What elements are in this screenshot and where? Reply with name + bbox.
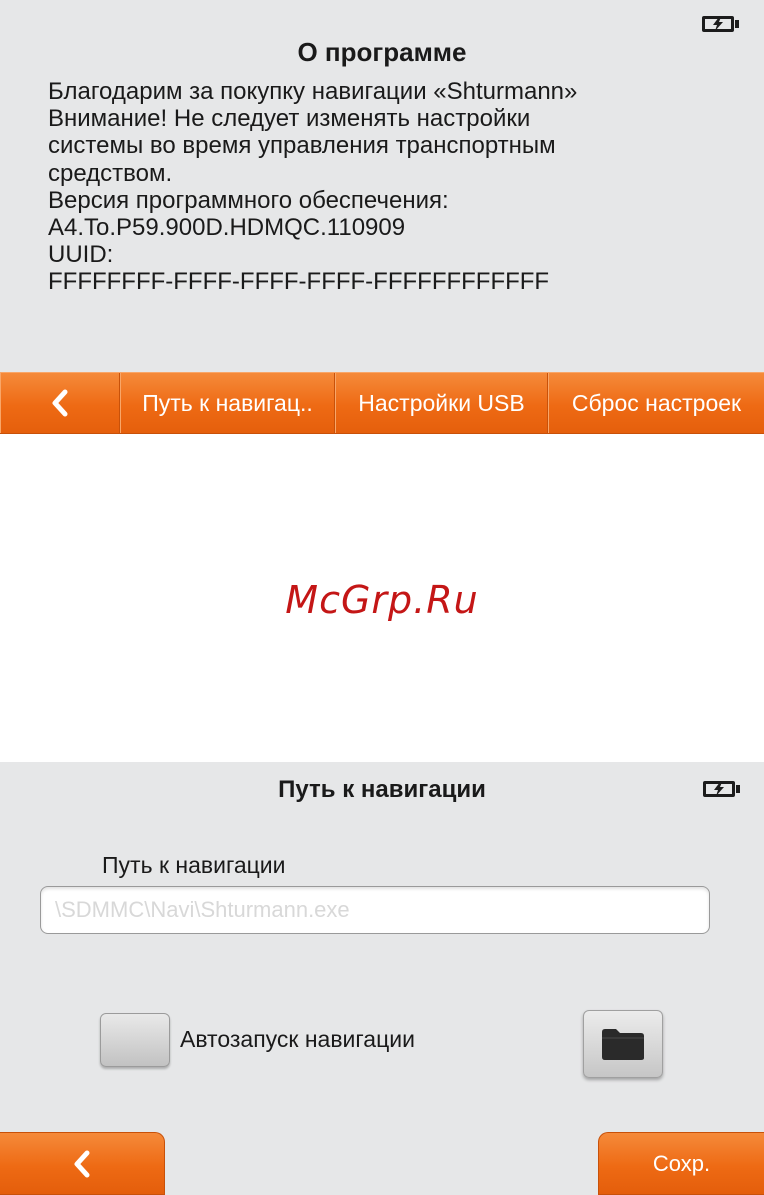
version-value: A4.To.P59.900D.HDMQC.110909 bbox=[48, 214, 406, 242]
about-line: системы во время управления транспортным bbox=[48, 132, 556, 160]
back-button[interactable] bbox=[0, 373, 120, 433]
version-label: Версия программного обеспечения: bbox=[48, 186, 449, 214]
uuid-value: FFFFFFFF-FFFF-FFFF-FFFF-FFFFFFFFFFFF bbox=[48, 268, 550, 296]
bottom-toolbar: Путь к навигац.. Настройки USB Сброс нас… bbox=[0, 372, 764, 434]
page-title: О программе bbox=[297, 37, 467, 67]
autostart-label: Автозапуск навигации bbox=[180, 1026, 415, 1052]
browse-folder-button[interactable] bbox=[583, 1010, 663, 1078]
uuid-label: UUID: bbox=[48, 241, 114, 269]
watermark-text: McGrp.Ru bbox=[285, 578, 479, 622]
page-title: Путь к навигации bbox=[278, 776, 486, 803]
autostart-checkbox[interactable] bbox=[100, 1013, 170, 1067]
chevron-left-icon bbox=[52, 389, 68, 417]
navigation-path-screen: Путь к навигации Путь к навигации Автоза… bbox=[0, 762, 764, 1195]
chevron-left-icon bbox=[74, 1150, 90, 1177]
tab-navigation-path[interactable]: Путь к навигац.. bbox=[120, 373, 335, 433]
tab-reset-settings[interactable]: Сброс настроек bbox=[548, 373, 764, 433]
save-button[interactable]: Сохр. bbox=[598, 1132, 764, 1195]
path-field-label: Путь к навигации bbox=[102, 852, 286, 878]
about-line: средством. bbox=[48, 159, 173, 187]
battery-charging-icon bbox=[703, 781, 741, 797]
about-text: Благодарим за покупку навигации «Shturma… bbox=[48, 78, 748, 296]
folder-icon bbox=[602, 1029, 644, 1060]
about-line: Благодарим за покупку навигации «Shturma… bbox=[48, 78, 578, 105]
tab-usb-settings[interactable]: Настройки USB bbox=[335, 373, 548, 433]
about-line: Внимание! Не следует изменять настройки bbox=[48, 105, 531, 133]
about-screen: О программе Благодарим за покупку навига… bbox=[0, 0, 764, 434]
back-button[interactable] bbox=[0, 1132, 165, 1195]
battery-charging-icon bbox=[702, 16, 740, 32]
path-input[interactable] bbox=[40, 886, 710, 934]
